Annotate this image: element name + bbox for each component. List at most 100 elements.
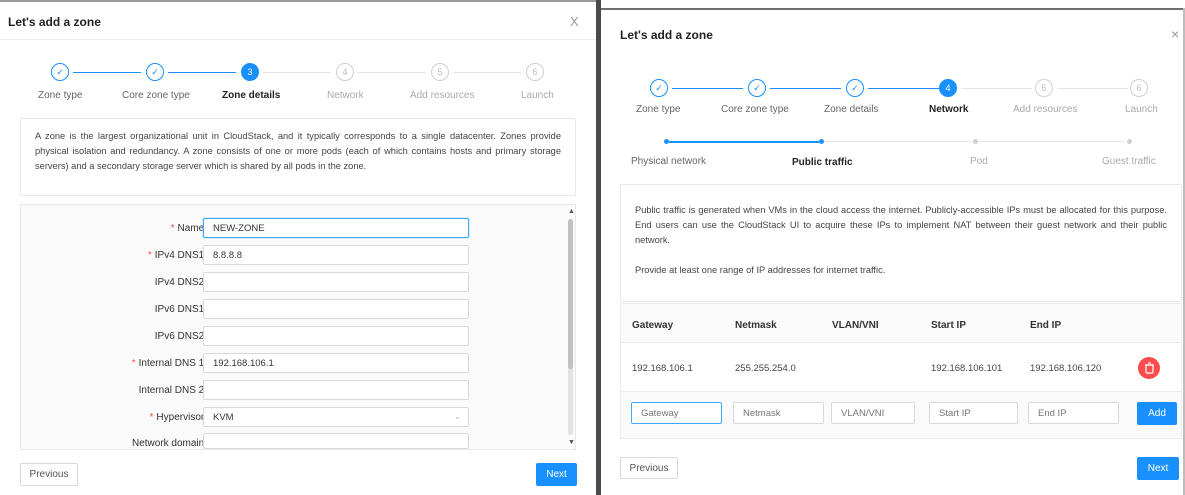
substep-connector (824, 141, 972, 142)
step-label-launch: Launch (521, 90, 554, 101)
substep-connector (978, 141, 1125, 142)
internal-dns1-field[interactable] (203, 353, 469, 373)
row-gateway: 192.168.106.1 (632, 363, 693, 374)
substep-dot (1127, 139, 1132, 144)
step-connector (770, 88, 841, 89)
step-connector (453, 72, 521, 73)
name-label: * Name: (170, 223, 207, 234)
col-vlan: VLAN/VNI (832, 320, 879, 331)
step-connector (868, 88, 939, 89)
internal-dns1-label: * Internal DNS 1: (131, 358, 207, 369)
scroll-down-icon[interactable]: ▼ (568, 439, 575, 446)
chevron-down-icon: ⌄ (454, 412, 461, 421)
step-label-core-zone-type: Core zone type (721, 104, 789, 115)
substep-label-guest-traffic: Guest traffic (1102, 156, 1156, 167)
right-dialog: Let's add a zone × ✓ ✓ ✓ 4 5 6 Zone type… (601, 10, 1183, 495)
zone-details-form: *Name: *IPv4 DNS1: IPv4 DNS2: IPv6 DNS1:… (20, 204, 576, 450)
screenshot-root: Let's add a zone X ✓ ✓ 3 4 5 6 Zone type… (0, 0, 1185, 495)
step-pending: 4 (336, 63, 354, 81)
new-vlan-input[interactable] (831, 402, 915, 424)
hypervisor-select[interactable]: KVM (203, 407, 469, 427)
scroll-up-icon[interactable]: ▲ (568, 208, 575, 215)
new-end-ip-input[interactable] (1028, 402, 1119, 424)
table-header (621, 304, 1181, 342)
ipv4-dns2-label: IPv4 DNS2: (154, 277, 207, 288)
row-netmask: 255.255.254.0 (735, 363, 796, 374)
ip-range-table: Gateway Netmask VLAN/VNI Start IP End IP… (620, 303, 1182, 439)
hypervisor-label: * Hypervisor: (149, 412, 207, 423)
col-netmask: Netmask (735, 320, 777, 331)
ipv6-dns1-field[interactable] (203, 299, 469, 319)
step-label-network: Network (929, 104, 969, 115)
step-label-add-resources: Add resources (1013, 104, 1078, 115)
network-domain-label: Network domain: (131, 438, 207, 449)
internal-dns2-field[interactable] (203, 380, 469, 400)
step-label-zone-details: Zone details (824, 104, 879, 115)
next-button[interactable]: Next (1137, 457, 1179, 480)
close-icon[interactable]: × (1171, 26, 1179, 42)
ipv6-dns2-label: IPv6 DNS2: (154, 331, 207, 342)
substep-label-public-traffic: Public traffic (792, 157, 853, 168)
ipv6-dns2-field[interactable] (203, 326, 469, 346)
zone-description: A zone is the largest organizational uni… (20, 118, 576, 196)
substep-label-pod: Pod (970, 156, 988, 167)
trash-icon (1144, 362, 1154, 374)
step-done-icon: ✓ (748, 79, 766, 97)
step-done-icon: ✓ (146, 63, 164, 81)
name-field[interactable] (203, 218, 469, 238)
description-hint: Provide at least one range of IP address… (635, 265, 886, 275)
delete-row-button[interactable] (1138, 357, 1160, 379)
step-label-launch: Launch (1125, 104, 1158, 115)
add-range-button[interactable]: Add (1137, 402, 1177, 425)
step-pending: 6 (1130, 79, 1148, 97)
dialog-title: Let's add a zone (8, 15, 101, 29)
step-done-icon: ✓ (650, 79, 668, 97)
step-current: 4 (939, 79, 957, 97)
step-label-core-zone-type: Core zone type (122, 90, 190, 101)
ipv4-dns2-field[interactable] (203, 272, 469, 292)
form-scroll-thumb[interactable] (568, 219, 573, 369)
dialog-title: Let's add a zone (620, 28, 713, 42)
network-domain-field[interactable] (203, 433, 469, 449)
new-start-ip-input[interactable] (929, 402, 1018, 424)
internal-dns2-label: Internal DNS 2: (138, 385, 207, 396)
step-pending: 5 (431, 63, 449, 81)
public-traffic-description: Public traffic is generated when VMs in … (620, 184, 1182, 302)
step-done-icon: ✓ (51, 63, 69, 81)
step-label-zone-type: Zone type (636, 104, 681, 115)
step-connector (263, 72, 331, 73)
header-divider (0, 39, 596, 40)
col-end-ip: End IP (1030, 320, 1062, 331)
next-button[interactable]: Next (536, 463, 577, 486)
step-connector (961, 88, 1032, 89)
step-pending: 5 (1035, 79, 1053, 97)
col-gateway: Gateway (632, 320, 674, 331)
previous-button[interactable]: Previous (620, 457, 678, 479)
step-label-zone-type: Zone type (38, 90, 83, 101)
step-connector (73, 72, 141, 73)
col-start-ip: Start IP (931, 320, 967, 331)
step-connector (672, 88, 743, 89)
step-label-add-resources: Add resources (410, 90, 475, 101)
row-start-ip: 192.168.106.101 (931, 363, 1003, 374)
step-connector (358, 72, 426, 73)
description-text: Public traffic is generated when VMs in … (635, 205, 1167, 245)
step-current: 3 (241, 63, 259, 81)
previous-button[interactable]: Previous (20, 463, 78, 486)
substep-connector (669, 141, 819, 143)
left-dialog: Let's add a zone X ✓ ✓ 3 4 5 6 Zone type… (0, 2, 596, 495)
row-divider (621, 391, 1181, 392)
row-end-ip: 192.168.106.120 (1030, 363, 1102, 374)
step-connector (1057, 88, 1128, 89)
ipv4-dns1-field[interactable] (203, 245, 469, 265)
substep-label-physical-network: Physical network (631, 156, 707, 167)
new-netmask-input[interactable] (733, 402, 824, 424)
close-icon[interactable]: X (570, 14, 579, 29)
ipv6-dns1-label: IPv6 DNS1: (154, 304, 207, 315)
step-label-network: Network (327, 90, 364, 101)
new-gateway-input[interactable] (631, 402, 722, 424)
step-done-icon: ✓ (846, 79, 864, 97)
step-connector (168, 72, 236, 73)
ipv4-dns1-label: * IPv4 DNS1: (147, 250, 207, 261)
step-label-zone-details: Zone details (222, 90, 281, 101)
